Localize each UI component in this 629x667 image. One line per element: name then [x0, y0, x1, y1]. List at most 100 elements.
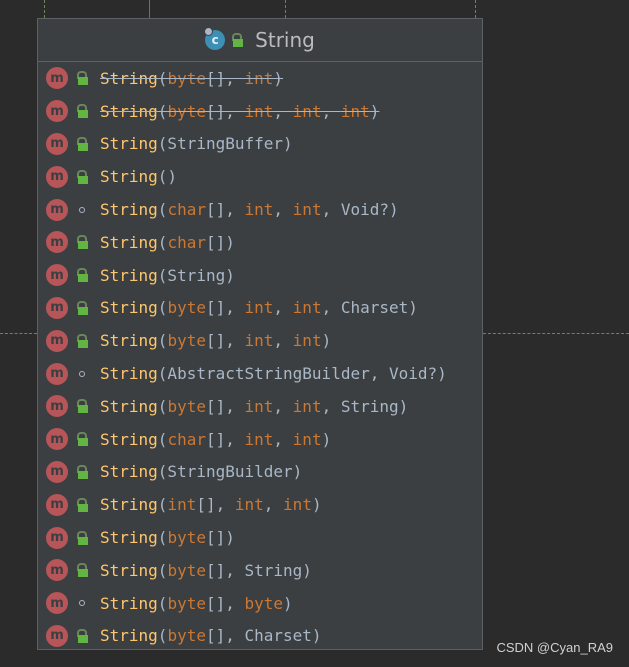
signature-text: ( [157, 298, 168, 318]
member-row[interactable]: m String(byte[], String) [38, 554, 482, 587]
member-row[interactable]: m String(byte[], int, int, String) [38, 390, 482, 423]
method-signature: String(byte[], byte) [100, 594, 293, 613]
method-icon: m [46, 100, 68, 123]
signature-text: ( [157, 101, 168, 121]
signature-text: , [273, 396, 293, 416]
method-signature: String(AbstractStringBuilder, Void?) [100, 364, 447, 383]
method-icon: m [46, 329, 68, 352]
signature-text: ( [157, 593, 168, 613]
member-row[interactable]: m String(char[]) [38, 226, 482, 259]
method-name: String [100, 200, 158, 220]
public-lock-icon [74, 136, 90, 151]
signature-text: ( [157, 560, 168, 580]
method-icon: m [46, 362, 68, 385]
method-icon: m [46, 132, 68, 155]
signature-text: , [263, 495, 284, 515]
uml-class-box[interactable]: c String m String(byte[], int) m String(byt… [37, 18, 483, 650]
member-row[interactable]: m String() [38, 160, 482, 193]
type-keyword: int [244, 298, 274, 318]
method-signature: String(StringBuffer) [100, 134, 293, 153]
signature-text: , [273, 200, 293, 220]
package-private-icon [74, 370, 90, 377]
member-row[interactable]: m String(char[], int, int) [38, 423, 482, 456]
signature-text: (StringBuffer) [157, 134, 293, 154]
method-name: String [100, 265, 158, 285]
member-row[interactable]: m String(byte[], byte) [38, 587, 482, 620]
signature-text: , [273, 331, 293, 351]
type-keyword: byte [167, 626, 206, 646]
type-keyword: char [167, 200, 206, 220]
grid-line [285, 0, 286, 18]
type-keyword: int [340, 101, 370, 121]
member-row[interactable]: m String(byte[], int, int) [38, 324, 482, 357]
type-keyword: int [292, 331, 322, 351]
type-keyword: int [292, 101, 322, 121]
type-keyword: byte [167, 101, 206, 121]
public-lock-icon [74, 104, 90, 119]
method-name: String [100, 364, 158, 384]
member-row[interactable]: m String(byte[], int, int, int) [38, 95, 482, 128]
method-icon: m [46, 592, 68, 615]
member-row[interactable]: m String(int[], int, int) [38, 488, 482, 521]
method-icon: m [46, 264, 68, 287]
signature-text: , [273, 298, 293, 318]
signature-text: , [273, 429, 293, 449]
method-name: String [100, 167, 158, 187]
member-row[interactable]: m String(char[], int, int, Void?) [38, 193, 482, 226]
signature-text: ( [157, 232, 168, 252]
method-name: String [100, 626, 158, 646]
type-keyword: int [283, 495, 312, 515]
type-keyword: int [244, 200, 274, 220]
class-header[interactable]: c String [38, 19, 482, 62]
signature-text: [], [205, 429, 245, 449]
method-icon: m [46, 428, 68, 451]
type-keyword: int [244, 429, 274, 449]
method-signature: String(byte[], String) [100, 561, 312, 580]
grid-line [483, 333, 629, 334]
public-lock-icon [74, 497, 90, 512]
type-keyword: byte [167, 298, 206, 318]
member-list: m String(byte[], int) m String(byte[], int,… [38, 62, 482, 652]
signature-text: , Charset) [321, 298, 418, 318]
type-keyword: int [244, 101, 274, 121]
member-row[interactable]: m String(StringBuilder) [38, 456, 482, 489]
member-row[interactable]: m String(StringBuffer) [38, 128, 482, 161]
member-row[interactable]: m String(byte[], int, int, Charset) [38, 292, 482, 325]
member-row[interactable]: m String(byte[]) [38, 521, 482, 554]
method-icon: m [46, 165, 68, 188]
signature-text: [], [205, 396, 245, 416]
member-row[interactable]: m String(byte[], int) [38, 62, 482, 95]
type-keyword: byte [167, 528, 206, 548]
signature-text: ) [369, 101, 380, 121]
method-name: String [100, 593, 158, 613]
member-row[interactable]: m String(AbstractStringBuilder, Void?) [38, 357, 482, 390]
type-keyword: byte [167, 560, 206, 580]
type-keyword: int [292, 396, 322, 416]
member-row[interactable]: m String(byte[], Charset) [38, 620, 482, 653]
method-signature: String(byte[], int, int, String) [100, 397, 408, 416]
package-private-icon [74, 206, 90, 213]
public-lock-icon [74, 563, 90, 578]
signature-text: ( [157, 626, 168, 646]
type-keyword: int [244, 68, 274, 88]
type-keyword: byte [244, 593, 284, 613]
method-icon: m [46, 395, 68, 418]
type-keyword: byte [167, 396, 206, 416]
method-signature: String(byte[], int, int, Charset) [100, 298, 418, 317]
type-keyword: int [292, 298, 322, 318]
method-signature: String(byte[]) [100, 528, 235, 547]
signature-text: , Void?) [321, 200, 399, 220]
public-lock-icon [74, 71, 90, 86]
public-lock-icon [74, 464, 90, 479]
signature-text: (String) [157, 265, 235, 285]
method-name: String [100, 429, 158, 449]
diagram-canvas[interactable]: c String m String(byte[], int) m String(byt… [0, 0, 629, 667]
signature-text: [], [205, 101, 245, 121]
signature-text: ( [157, 396, 168, 416]
method-signature: String(char[], int, int, Void?) [100, 200, 399, 219]
class-title: String [255, 28, 315, 52]
type-keyword: char [167, 232, 206, 252]
method-icon: m [46, 460, 68, 483]
type-keyword: int [292, 200, 322, 220]
member-row[interactable]: m String(String) [38, 259, 482, 292]
